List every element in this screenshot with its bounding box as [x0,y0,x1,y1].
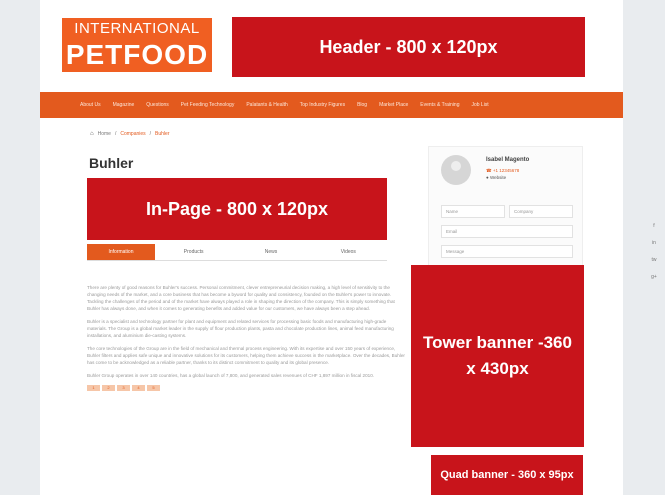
breadcrumb-current: Buhler [155,131,170,137]
email-field[interactable]: Email [441,225,573,238]
page-number[interactable]: 4 [132,385,145,391]
page-number[interactable]: 2 [102,385,115,391]
contact-phone[interactable]: ☎ +1 12345678 [486,168,519,174]
contact-card: Isabel Magento ☎ +1 12345678 ● Website N… [428,146,583,266]
breadcrumb-home[interactable]: Home [98,131,111,137]
phone-icon: ☎ [486,168,493,173]
nav-item-job-list[interactable]: Job List [471,102,488,108]
avatar [441,155,471,185]
linkedin-icon[interactable]: in [650,239,658,247]
tab-information[interactable]: Information [87,244,155,260]
nav-item-pet-feeding-technology[interactable]: Pet Feeding Technology [181,102,235,108]
nav-item-questions[interactable]: Questions [146,102,169,108]
pagination: 1 2 3 4 5 [87,385,407,391]
nav-item-palatants-health[interactable]: Palatants & Health [246,102,287,108]
description-paragraph: The core technologies of the Group are i… [87,346,405,365]
tab-news[interactable]: News [232,244,309,260]
google-plus-icon[interactable]: g+ [650,273,658,281]
page-number[interactable]: 3 [117,385,130,391]
description-paragraph: Buhler is a specialist and technology pa… [87,319,394,338]
company-description: There are plenty of good reasons for Buh… [87,284,407,391]
company-tabs: Information Products News Videos [87,244,387,261]
tab-products[interactable]: Products [155,244,232,260]
breadcrumb-separator: / [114,131,117,137]
contact-name: Isabel Magento [486,157,530,163]
tab-videos[interactable]: Videos [310,244,387,260]
contact-phone-number: +1 12345678 [492,168,520,173]
site-logo[interactable]: INTERNATIONAL PETFOOD [62,18,212,72]
description-paragraph: There are plenty of good reasons for Buh… [87,285,395,311]
facebook-icon[interactable]: f [650,222,658,230]
page-number[interactable]: 5 [147,385,160,391]
page-title: Buhler [89,155,134,171]
nav-item-blog[interactable]: Blog [357,102,367,108]
nav-item-market-place[interactable]: Market Place [379,102,408,108]
breadcrumb-companies[interactable]: Companies [120,131,145,137]
header-ad-banner[interactable]: Header - 800 x 120px [232,17,585,77]
nav-item-about[interactable]: About Us [80,102,101,108]
quad-ad-banner[interactable]: Quad banner - 360 x 95px [431,455,583,495]
breadcrumb-separator: / [149,131,152,137]
nav-item-top-industry[interactable]: Top Industry Figures [300,102,345,108]
breadcrumb: ⌂ Home / Companies / Buhler [90,131,170,137]
tower-ad-banner[interactable]: Tower banner -360 x 430px [411,265,584,447]
twitter-icon[interactable]: tw [650,256,658,264]
company-field[interactable]: Company [509,205,573,218]
main-navigation: About Us Magazine Questions Pet Feeding … [40,92,623,118]
nav-item-magazine[interactable]: Magazine [113,102,135,108]
share-column: f in tw g+ [650,222,658,281]
home-icon[interactable]: ⌂ [90,131,94,137]
logo-line-international: INTERNATIONAL [74,20,200,37]
page-number[interactable]: 1 [87,385,100,391]
description-paragraph: Buhler Group operates in over 140 countr… [87,373,375,378]
name-field[interactable]: Name [441,205,505,218]
logo-line-petfood: PETFOOD [65,39,209,70]
inpage-ad-banner[interactable]: In-Page - 800 x 120px [87,178,387,240]
contact-website[interactable]: ● Website [486,175,506,180]
message-field[interactable]: Message [441,245,573,258]
nav-item-events-training[interactable]: Events & Training [420,102,459,108]
contact-website-label: Website [489,175,507,180]
